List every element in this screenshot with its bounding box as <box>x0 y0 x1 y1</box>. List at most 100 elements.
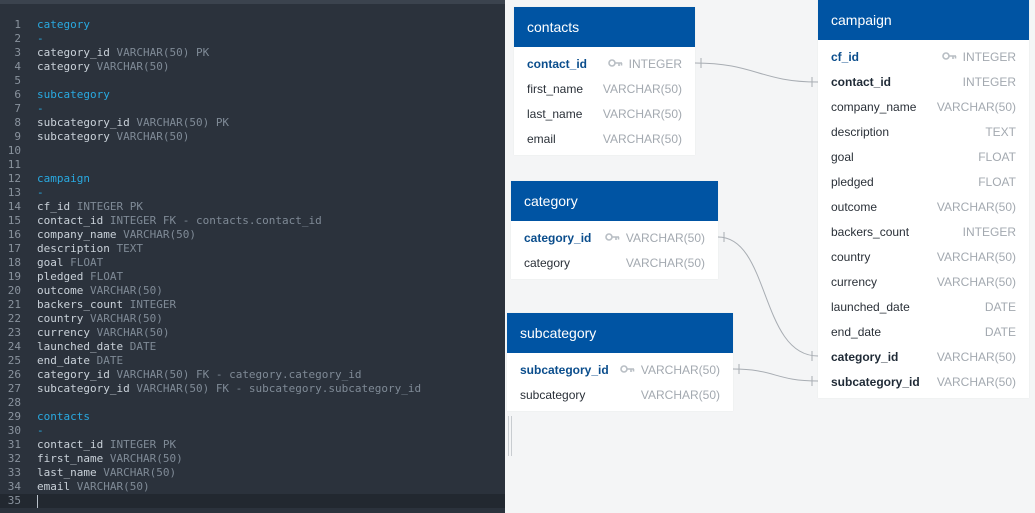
separator-token: - <box>37 424 44 437</box>
code-line[interactable]: 1 category <box>0 18 505 32</box>
table-subcategory[interactable]: subcategory subcategory_id VARCHAR(50) subc… <box>507 313 733 411</box>
schema-editor[interactable]: 1 category 2-3 category_id VARCHAR(50) PK 4 c… <box>0 0 505 513</box>
column-row[interactable]: subcategory VARCHAR(50) <box>507 383 733 408</box>
code-line[interactable]: 31 contact_id INTEGER PK <box>0 438 505 452</box>
code-line[interactable]: 27 subcategory_id VARCHAR(50) FK - subcat… <box>0 382 505 396</box>
line-number: 33 <box>7 466 21 479</box>
column-row[interactable]: outcome VARCHAR(50) <box>818 195 1029 220</box>
column-row[interactable]: subcategory_id VARCHAR(50) <box>507 358 733 383</box>
code-line[interactable]: 2- <box>0 32 505 46</box>
code-text: category <box>37 18 90 32</box>
column-row[interactable]: first_name VARCHAR(50) <box>514 77 695 102</box>
code-line[interactable]: 29 contacts <box>0 410 505 424</box>
line-number: 10 <box>7 144 21 157</box>
code-line[interactable]: 9 subcategory VARCHAR(50) <box>0 130 505 144</box>
column-row[interactable]: last_name VARCHAR(50) <box>514 102 695 127</box>
code-line[interactable]: 6 subcategory <box>0 88 505 102</box>
code-line[interactable]: 20 outcome VARCHAR(50) <box>0 284 505 298</box>
code-line[interactable]: 26 category_id VARCHAR(50) FK - category.… <box>0 368 505 382</box>
code-line[interactable]: 10 <box>0 144 505 158</box>
column-name-token: first_name <box>37 452 110 465</box>
table-contacts[interactable]: contacts contact_id INTEGER first_name VARCH… <box>514 7 695 155</box>
editor-code-lines[interactable]: 1 category 2-3 category_id VARCHAR(50) PK 4 c… <box>0 18 505 508</box>
column-row[interactable]: country VARCHAR(50) <box>818 245 1029 270</box>
code-text: outcome VARCHAR(50) <box>37 284 163 298</box>
code-line[interactable]: 3 category_id VARCHAR(50) PK <box>0 46 505 60</box>
table-title[interactable]: campaign <box>818 0 1029 40</box>
code-line[interactable]: 7- <box>0 102 505 116</box>
column-name: last_name <box>527 107 583 121</box>
code-line[interactable]: 14 cf_id INTEGER PK <box>0 200 505 214</box>
column-row[interactable]: contact_id INTEGER <box>514 52 695 77</box>
column-name-token: cf_id <box>37 200 77 213</box>
table-title[interactable]: category <box>511 181 718 221</box>
column-row[interactable]: contact_id INTEGER <box>818 70 1029 95</box>
column-name-token: contact_id <box>37 438 110 451</box>
code-line[interactable]: 22 country VARCHAR(50) <box>0 312 505 326</box>
column-type-text: VARCHAR(50) <box>640 388 720 402</box>
column-type-text: DATE <box>984 300 1016 314</box>
column-row[interactable]: category VARCHAR(50) <box>511 251 718 276</box>
column-name: launched_date <box>831 300 910 314</box>
type-token: INTEGER PK <box>76 200 143 213</box>
table-title[interactable]: subcategory <box>507 313 733 353</box>
code-line[interactable]: 13 - <box>0 186 505 200</box>
code-line[interactable]: 15 contact_id INTEGER FK - contacts.conta… <box>0 214 505 228</box>
column-row[interactable]: category_id VARCHAR(50) <box>511 226 718 251</box>
code-line[interactable]: 17 description TEXT <box>0 242 505 256</box>
code-line[interactable]: 24 launched_date DATE <box>0 340 505 354</box>
code-line[interactable]: 4 category VARCHAR(50) <box>0 60 505 74</box>
er-diagram-canvas[interactable]: contacts contact_id INTEGER first_name VARCH… <box>505 0 1035 513</box>
line-number: 4 <box>14 60 21 73</box>
column-row[interactable]: goal FLOAT <box>818 145 1029 170</box>
column-type: DATE <box>985 295 1016 320</box>
code-line[interactable]: 25 end_date DATE <box>0 354 505 368</box>
editor-top-border <box>0 0 505 4</box>
code-line[interactable]: 28 <box>0 396 505 410</box>
line-number: 23 <box>7 326 21 339</box>
column-row[interactable]: currency VARCHAR(50) <box>818 270 1029 295</box>
column-name-token: backers_count <box>37 298 130 311</box>
code-line[interactable]: 18 goal FLOAT <box>0 256 505 270</box>
column-row[interactable]: backers_count INTEGER <box>818 220 1029 245</box>
column-row[interactable]: launched_date DATE <box>818 295 1029 320</box>
column-row[interactable]: description TEXT <box>818 120 1029 145</box>
column-row[interactable]: pledged FLOAT <box>818 170 1029 195</box>
code-line[interactable]: 32 first_name VARCHAR(50) <box>0 452 505 466</box>
table-campaign[interactable]: campaign cf_id INTEGER contact_id INTEGER com… <box>818 0 1029 398</box>
column-row[interactable]: end_date DATE <box>818 320 1029 345</box>
column-name: contact_id <box>831 75 892 89</box>
code-text: first_name VARCHAR(50) <box>37 452 183 466</box>
code-line[interactable]: 11 <box>0 158 505 172</box>
code-line[interactable]: 34 email VARCHAR(50) <box>0 480 505 494</box>
table-category[interactable]: category category_id VARCHAR(50) category VA… <box>511 181 718 279</box>
column-name-token: category_id <box>37 368 117 381</box>
code-line[interactable]: 16 company_name VARCHAR(50) <box>0 228 505 242</box>
column-row[interactable]: cf_id INTEGER <box>818 45 1029 70</box>
type-token: INTEGER <box>129 298 177 311</box>
code-line[interactable]: 23 currency VARCHAR(50) <box>0 326 505 340</box>
column-name: subcategory_id <box>520 363 609 377</box>
code-line[interactable]: 33 last_name VARCHAR(50) <box>0 466 505 480</box>
column-name-token: pledged <box>37 270 90 283</box>
column-type: INTEGER <box>963 220 1016 245</box>
code-line[interactable]: 19 pledged FLOAT <box>0 270 505 284</box>
column-row[interactable]: company_name VARCHAR(50) <box>818 95 1029 120</box>
line-number: 12 <box>7 172 21 185</box>
code-line[interactable]: 12 campaign <box>0 172 505 186</box>
line-number: 18 <box>7 256 21 269</box>
column-row[interactable]: category_id VARCHAR(50) <box>818 345 1029 370</box>
column-row[interactable]: subcategory_id VARCHAR(50) <box>818 370 1029 395</box>
code-line[interactable]: 8 subcategory_id VARCHAR(50) PK <box>0 116 505 130</box>
line-number: 2 <box>14 32 21 45</box>
link-category-campaign <box>717 232 819 361</box>
code-line[interactable]: 30 - <box>0 424 505 438</box>
column-type: VARCHAR(50) <box>626 251 705 276</box>
type-token: VARCHAR(50) <box>103 466 177 479</box>
type-token: FLOAT <box>70 256 104 269</box>
code-line[interactable]: 35 <box>0 494 505 508</box>
table-title[interactable]: contacts <box>514 7 695 47</box>
column-row[interactable]: email VARCHAR(50) <box>514 127 695 152</box>
code-line[interactable]: 5 <box>0 74 505 88</box>
code-line[interactable]: 21 backers_count INTEGER <box>0 298 505 312</box>
